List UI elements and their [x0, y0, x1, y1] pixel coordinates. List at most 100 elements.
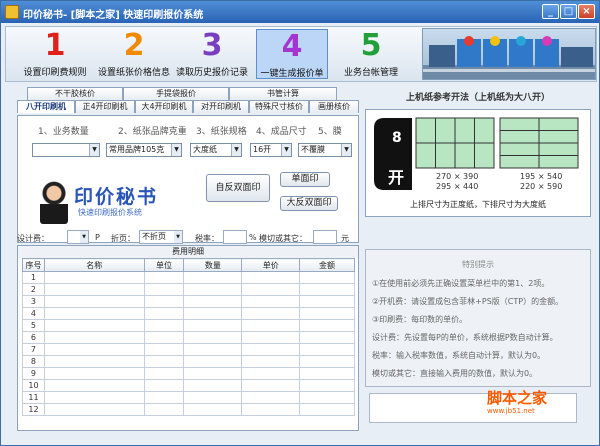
- table-cell[interactable]: [43, 319, 145, 332]
- table-cell[interactable]: [241, 295, 301, 308]
- table-cell[interactable]: [43, 307, 145, 320]
- table-cell[interactable]: [299, 343, 355, 356]
- tab-big-4k-press[interactable]: 大4开印刷机: [135, 100, 193, 113]
- maximize-button[interactable]: □: [560, 4, 577, 19]
- table-cell[interactable]: [241, 343, 301, 356]
- table-cell[interactable]: [143, 343, 185, 356]
- close-button[interactable]: ×: [578, 4, 595, 19]
- tab-album-quote[interactable]: 画册核价: [309, 100, 359, 113]
- table-cell[interactable]: [43, 331, 145, 344]
- table-row[interactable]: 12: [22, 403, 355, 416]
- die-cut-input[interactable]: [313, 230, 337, 244]
- table-cell[interactable]: [43, 355, 145, 368]
- quantity-select[interactable]: ▼: [32, 143, 100, 157]
- table-cell[interactable]: [241, 355, 301, 368]
- table-cell[interactable]: [143, 319, 185, 332]
- table-cell[interactable]: [43, 271, 145, 284]
- table-cell[interactable]: [183, 391, 243, 404]
- fold-select[interactable]: 不折页 ▼: [139, 230, 183, 244]
- table-row[interactable]: 5: [22, 319, 355, 332]
- table-cell[interactable]: [183, 307, 243, 320]
- table-cell[interactable]: [143, 391, 185, 404]
- toolbar-set-print-fee-rules[interactable]: 1 设置印刷费规则: [12, 29, 98, 79]
- table-cell[interactable]: [299, 391, 355, 404]
- table-cell[interactable]: [299, 295, 355, 308]
- toolbar-generate-quote[interactable]: 4 一键生成报价单: [256, 29, 328, 79]
- table-cell[interactable]: [241, 391, 301, 404]
- table-cell[interactable]: [143, 379, 185, 392]
- table-row[interactable]: 7: [22, 343, 355, 356]
- table-cell[interactable]: [143, 367, 185, 380]
- table-cell[interactable]: [241, 307, 301, 320]
- single-side-button[interactable]: 单面印: [280, 172, 330, 187]
- table-cell[interactable]: [299, 403, 355, 416]
- table-row[interactable]: 8: [22, 355, 355, 368]
- table-row[interactable]: 10: [22, 379, 355, 392]
- table-cell[interactable]: [183, 343, 243, 356]
- film-select[interactable]: 不覆膜 ▼: [298, 143, 352, 157]
- table-cell[interactable]: [299, 271, 355, 284]
- table-cell[interactable]: [143, 403, 185, 416]
- tab-special-size[interactable]: 特殊尺寸核价: [249, 100, 309, 113]
- tab-8k-press[interactable]: 八开印刷机: [17, 100, 75, 113]
- table-cell[interactable]: [241, 319, 301, 332]
- tab-4k-press[interactable]: 正4开印刷机: [75, 100, 135, 113]
- table-cell[interactable]: [299, 331, 355, 344]
- table-cell[interactable]: [183, 283, 243, 296]
- table-cell[interactable]: [183, 331, 243, 344]
- tab-handbag-quote[interactable]: 手提袋报价: [123, 87, 229, 100]
- table-cell[interactable]: [299, 283, 355, 296]
- table-cell[interactable]: [241, 403, 301, 416]
- table-cell[interactable]: [183, 319, 243, 332]
- table-cell[interactable]: [241, 283, 301, 296]
- table-cell[interactable]: [43, 343, 145, 356]
- big-duplex-button[interactable]: 大反双面印: [280, 196, 338, 211]
- table-cell[interactable]: [183, 367, 243, 380]
- table-row[interactable]: 6: [22, 331, 355, 344]
- table-cell[interactable]: [299, 307, 355, 320]
- table-cell[interactable]: [241, 367, 301, 380]
- tab-book-calc[interactable]: 书管计算: [229, 87, 337, 100]
- toolbar-set-paper-price[interactable]: 2 设置纸张价格信息: [92, 29, 176, 79]
- duplex-print-button[interactable]: 自反双面印: [206, 174, 270, 202]
- table-cell[interactable]: [299, 319, 355, 332]
- table-row[interactable]: 9: [22, 367, 355, 380]
- table-cell[interactable]: [143, 355, 185, 368]
- table-cell[interactable]: [299, 379, 355, 392]
- design-fee-select[interactable]: ▼: [67, 230, 89, 244]
- table-cell[interactable]: [143, 283, 185, 296]
- table-cell[interactable]: [183, 355, 243, 368]
- table-cell[interactable]: [183, 379, 243, 392]
- finished-size-select[interactable]: 16开 ▼: [250, 143, 292, 157]
- table-cell[interactable]: [43, 403, 145, 416]
- table-row[interactable]: 4: [22, 307, 355, 320]
- table-row[interactable]: 1: [22, 271, 355, 284]
- paper-spec-select[interactable]: 大度纸 ▼: [190, 143, 242, 157]
- table-row[interactable]: 3: [22, 295, 355, 308]
- table-row[interactable]: 2: [22, 283, 355, 296]
- paper-brand-select[interactable]: 常用品牌105克 ▼: [106, 143, 182, 157]
- table-cell[interactable]: [43, 367, 145, 380]
- table-cell[interactable]: [299, 367, 355, 380]
- table-row[interactable]: 11: [22, 391, 355, 404]
- toolbar-read-history[interactable]: 3 读取历史报价记录: [170, 29, 254, 79]
- tax-rate-input[interactable]: [223, 230, 247, 244]
- table-cell[interactable]: [143, 295, 185, 308]
- table-cell[interactable]: [43, 379, 145, 392]
- table-cell[interactable]: [143, 307, 185, 320]
- table-cell[interactable]: [43, 295, 145, 308]
- toolbar-business-ledger[interactable]: 5 业务台帐管理: [334, 29, 408, 79]
- table-cell[interactable]: [43, 391, 145, 404]
- tab-2k-press[interactable]: 对开印刷机: [193, 100, 249, 113]
- table-cell[interactable]: [299, 355, 355, 368]
- minimize-button[interactable]: _: [542, 4, 559, 19]
- table-cell[interactable]: [183, 271, 243, 284]
- table-cell[interactable]: [143, 271, 185, 284]
- tab-sticker-quote[interactable]: 不干胶核价: [27, 87, 123, 100]
- table-cell[interactable]: [241, 271, 301, 284]
- table-cell[interactable]: [183, 295, 243, 308]
- table-cell[interactable]: [241, 331, 301, 344]
- table-cell[interactable]: [43, 283, 145, 296]
- table-cell[interactable]: [183, 403, 243, 416]
- table-cell[interactable]: [143, 331, 185, 344]
